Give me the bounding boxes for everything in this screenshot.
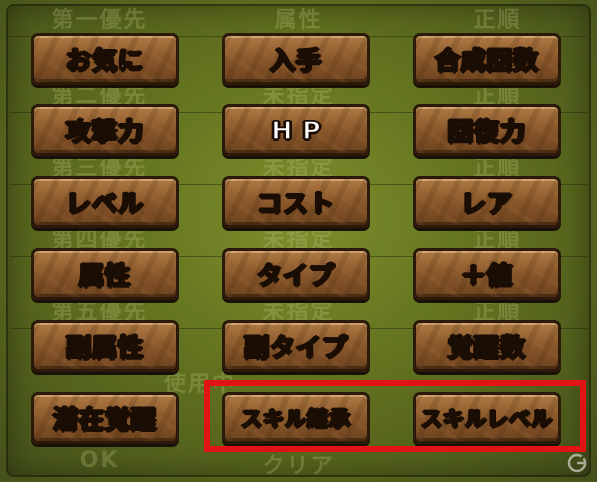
sort-level-button[interactable]: レベル [31, 176, 179, 228]
button-label: タイプ [256, 260, 335, 291]
sort-type-button[interactable]: タイプ [222, 248, 370, 300]
gamer-logo-icon [567, 453, 587, 473]
button-label: HP [271, 115, 331, 146]
button-label: 攻撃力 [65, 116, 144, 147]
sort-favorite-button[interactable]: お気に [31, 33, 179, 85]
sort-sub-attribute-button[interactable]: 副属性 [31, 320, 179, 372]
sort-recovery-button[interactable]: 回復力 [413, 104, 561, 156]
button-label: 入手 [269, 45, 322, 76]
button-label: スキルレベル [420, 406, 553, 432]
button-label: コスト [256, 188, 335, 219]
sort-attribute-button[interactable]: 属性 [31, 248, 179, 300]
button-label: 副属性 [65, 332, 144, 363]
button-label: 覚醒数 [447, 332, 526, 363]
button-label: 合成回数 [434, 45, 539, 76]
button-label: レア [460, 188, 513, 219]
sort-hp-button[interactable]: HP [222, 104, 370, 156]
sort-obtained-button[interactable]: 入手 [222, 33, 370, 85]
sort-option-grid: お気に 入手 合成回数 攻撃力 HP 回復力 レベル コスト レア 属性 タイプ… [0, 0, 597, 481]
sort-awakening-count-button[interactable]: 覚醒数 [413, 320, 561, 372]
sort-cost-button[interactable]: コスト [222, 176, 370, 228]
sort-rarity-button[interactable]: レア [413, 176, 561, 228]
sort-plus-value-button[interactable]: ＋値 [413, 248, 561, 300]
sort-fusion-count-button[interactable]: 合成回数 [413, 33, 561, 85]
button-label: 潜在覚醒 [52, 404, 157, 435]
button-label: ＋値 [460, 260, 513, 291]
button-label: 副タイプ [243, 332, 348, 363]
sort-sub-type-button[interactable]: 副タイプ [222, 320, 370, 372]
sort-latent-awakening-button[interactable]: 潜在覚醒 [31, 392, 179, 444]
sort-attack-button[interactable]: 攻撃力 [31, 104, 179, 156]
button-label: 属性 [78, 260, 131, 291]
button-label: レベル [65, 188, 144, 219]
button-label: 回復力 [447, 116, 526, 147]
button-label: スキル継承 [240, 406, 351, 432]
sort-skill-inherit-button[interactable]: スキル継承 [222, 392, 370, 444]
sort-skill-level-button[interactable]: スキルレベル [413, 392, 561, 444]
button-label: お気に [65, 45, 144, 76]
